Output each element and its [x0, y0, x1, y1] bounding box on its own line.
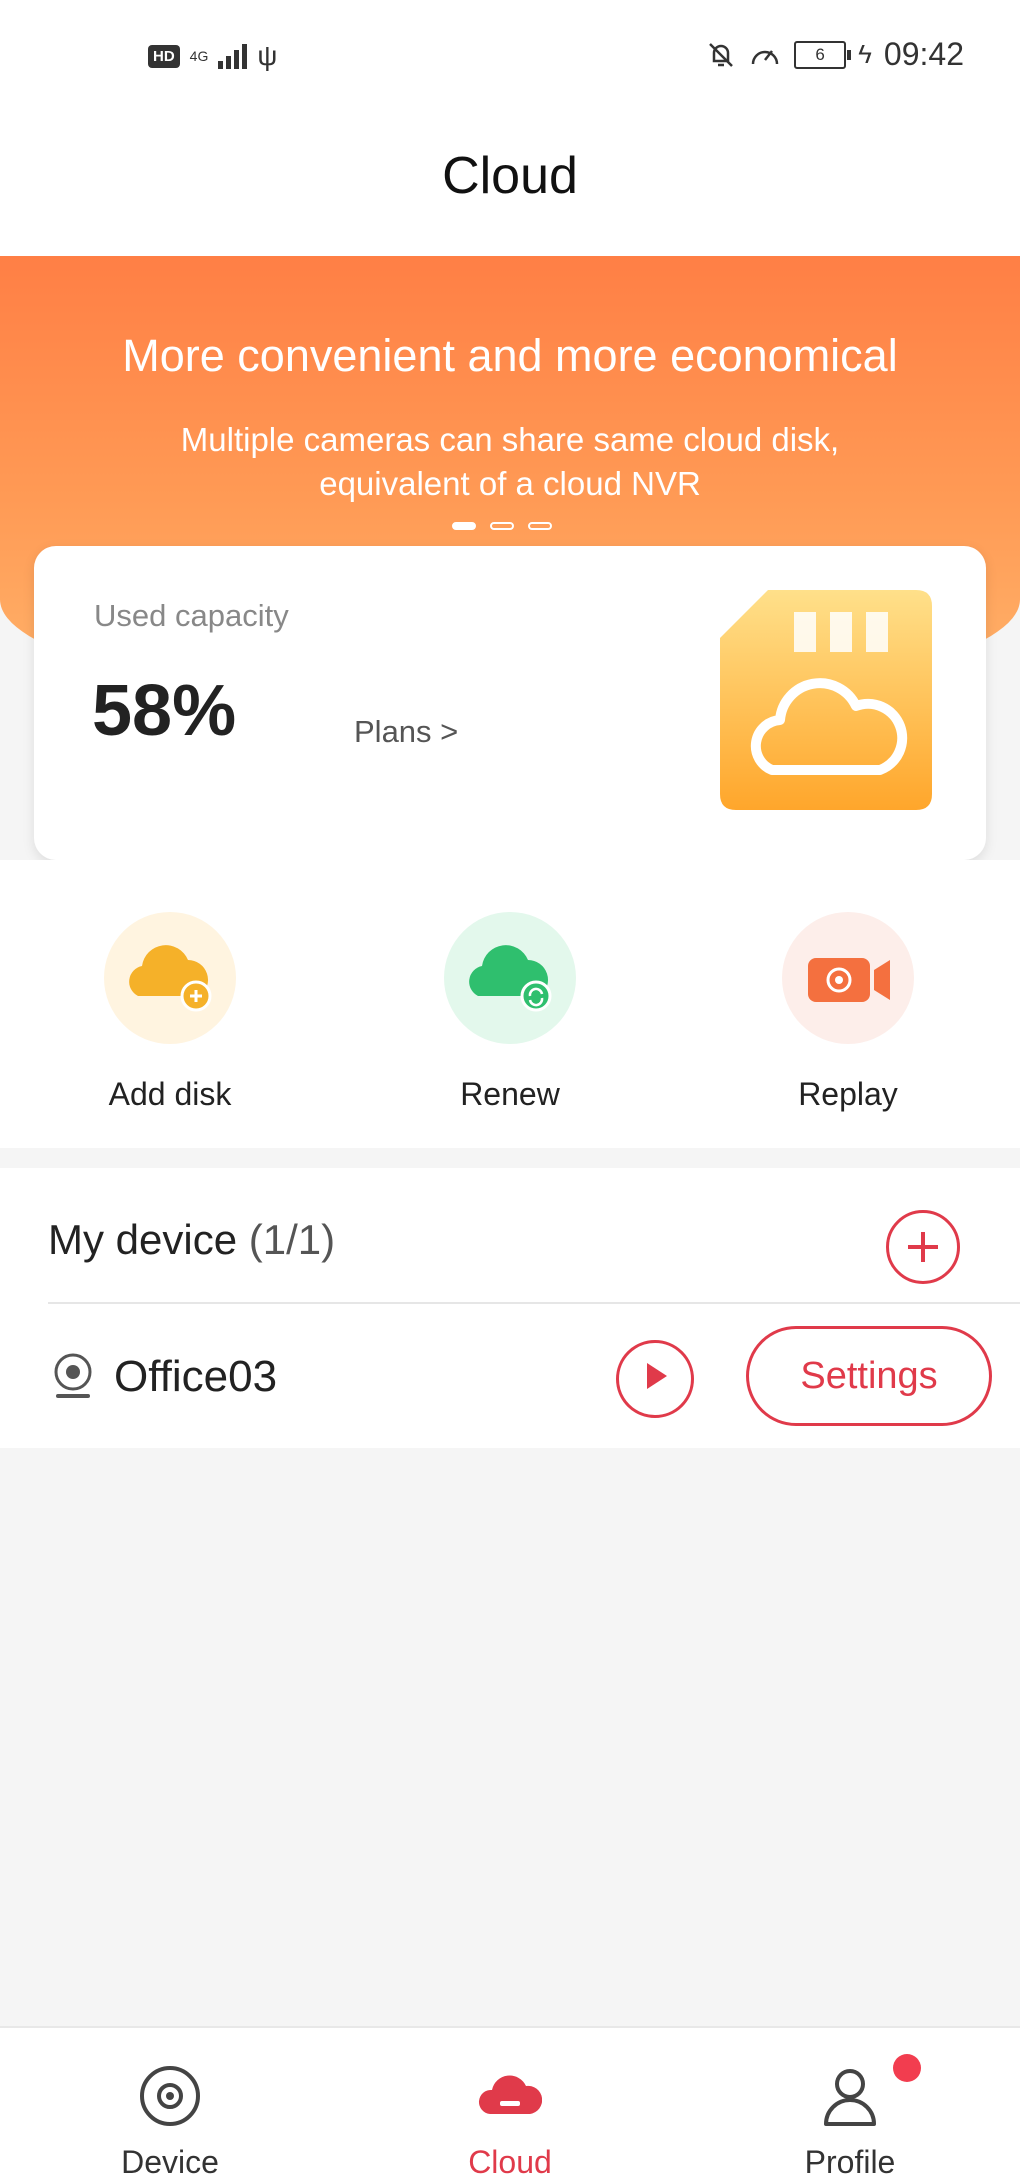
my-device-title: My device [48, 1216, 238, 1263]
quick-actions: Add disk Renew Replay [0, 860, 1020, 1148]
add-disk-button[interactable]: Add disk [50, 912, 290, 1113]
play-button[interactable] [616, 1340, 694, 1418]
profile-icon [824, 2069, 876, 2126]
cloud-icon [479, 2075, 542, 2114]
mute-bell-icon [709, 42, 734, 67]
cloud-renew-icon [444, 912, 576, 1044]
status-right: 6 ϟ 09:42 [706, 36, 964, 73]
cloud-sd-card-icon [720, 590, 932, 810]
cloud-add-icon [104, 912, 236, 1044]
network-type: 4G [189, 48, 209, 64]
video-camera-icon [782, 912, 914, 1044]
add-device-button[interactable] [886, 1210, 960, 1284]
notification-badge [893, 2054, 921, 2082]
my-device-header: My device (1/1) [48, 1216, 335, 1264]
page-title: Cloud [442, 147, 578, 205]
tab-profile[interactable]: Profile [730, 2028, 970, 2184]
renew-label: Renew [460, 1076, 560, 1112]
capacity-card: Used capacity 58% Plans > [34, 546, 986, 860]
settings-button[interactable]: Settings [746, 1326, 992, 1426]
replay-button[interactable]: Replay [728, 912, 968, 1113]
capacity-label: Used capacity [94, 598, 289, 633]
hd-badge: HD [148, 44, 180, 68]
device-count: (1/1) [248, 1216, 336, 1263]
banner-pagination [452, 522, 552, 530]
my-device-section: My device (1/1) Office03 Settings [0, 1168, 1020, 1448]
device-icon [140, 2066, 200, 2126]
add-disk-label: Add disk [108, 1076, 232, 1112]
pagination-dot [528, 522, 552, 530]
renew-button[interactable]: Renew [390, 912, 630, 1113]
webcam-icon [54, 1353, 92, 1398]
pagination-dot [490, 522, 514, 530]
tab-cloud-label: Cloud [468, 2144, 552, 2180]
plans-link[interactable]: Plans > [354, 714, 458, 750]
tab-device[interactable]: Device [50, 2028, 290, 2184]
signal-icon [218, 43, 248, 69]
banner-title: More convenient and more economical [122, 330, 898, 381]
device-name[interactable]: Office03 [114, 1352, 277, 1402]
replay-label: Replay [798, 1076, 898, 1112]
battery-icon: 6 [794, 40, 852, 69]
status-left: HD 4G ψ [148, 40, 277, 72]
usb-icon: ψ [257, 40, 278, 71]
divider [48, 1302, 1020, 1304]
banner-subtitle: Multiple cameras can share same cloud di… [180, 421, 840, 502]
status-bar: HD 4G ψ 6 ϟ 09:42 [0, 0, 1020, 120]
bottom-tab-bar: Device Cloud Profile [0, 2026, 1020, 2184]
clock: 09:42 [883, 36, 964, 72]
capacity-value: 58% [92, 671, 237, 751]
tab-device-label: Device [121, 2144, 219, 2180]
tab-cloud[interactable]: Cloud [390, 2028, 630, 2184]
charging-icon: ϟ [858, 39, 872, 69]
pagination-dot [452, 522, 476, 530]
tab-profile-label: Profile [804, 2144, 896, 2180]
speed-icon [751, 49, 779, 64]
